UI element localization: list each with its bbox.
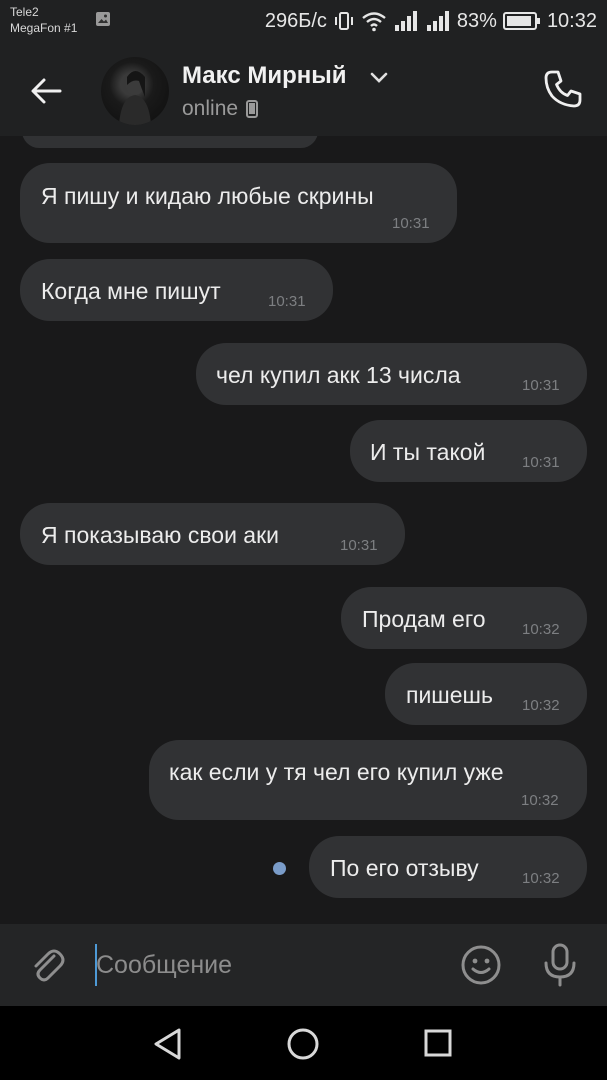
message-bubble-incoming[interactable]: Когда мне пишут 10:31 (20, 259, 333, 321)
paperclip-icon[interactable] (26, 944, 68, 986)
message-text: Когда мне пишут (41, 278, 221, 304)
message-input[interactable] (96, 944, 436, 986)
emoji-icon[interactable] (460, 944, 502, 986)
battery-percent: 83% (456, 9, 497, 32)
message-bubble-outgoing[interactable]: пишешь 10:32 (385, 663, 587, 725)
nav-recent-icon[interactable] (423, 1028, 453, 1058)
contact-name[interactable]: Макс Мирный (182, 62, 347, 90)
message-time: 10:32 (521, 792, 559, 809)
status-indicators: 296Б/с 83% 10:32 (265, 8, 597, 34)
message-time: 10:31 (268, 293, 306, 310)
message-text: Я пишу и кидаю любые скрины (41, 183, 374, 209)
message-text: чел купил акк 13 числа (216, 362, 461, 388)
status-text: online (182, 97, 239, 120)
nav-home-icon[interactable] (285, 1026, 321, 1062)
message-text: как если у тя чел его купил уже (169, 759, 504, 785)
message-time: 10:31 (340, 537, 378, 554)
message-list[interactable]: Я пишу и кидаю любые скрины 10:31 Когда … (0, 136, 607, 924)
message-bubble-outgoing[interactable]: Продам его 10:32 (341, 587, 587, 649)
phone-icon[interactable] (540, 66, 586, 112)
battery-icon (502, 12, 540, 30)
gallery-notification-icon (96, 12, 110, 26)
carrier-2: MegaFon #1 (10, 21, 78, 35)
message-bubble-incoming[interactable]: Я пишу и кидаю любые скрины 10:31 (20, 163, 457, 243)
mobile-device-icon (246, 100, 259, 118)
nav-back-icon[interactable] (152, 1027, 184, 1061)
avatar[interactable] (101, 57, 169, 125)
message-time: 10:31 (522, 454, 560, 471)
message-bubble-outgoing[interactable]: чел купил акк 13 числа 10:31 (196, 343, 587, 405)
message-time: 10:31 (392, 215, 430, 232)
message-bubble-outgoing[interactable]: И ты такой 10:31 (350, 420, 587, 482)
network-speed: 296Б/с (264, 9, 327, 32)
message-text: пишешь (406, 682, 493, 708)
clock: 10:32 (546, 9, 597, 32)
message-composer (0, 924, 607, 1006)
back-arrow-icon[interactable] (24, 68, 70, 114)
signal-icon-1 (394, 11, 417, 31)
message-text: И ты такой (370, 439, 486, 465)
status-bar: Tele2 MegaFon #1 296Б/с 83% 10:32 (0, 0, 607, 44)
message-text: Я показываю свои аки (41, 522, 280, 548)
contact-status: online (182, 97, 259, 121)
carrier-labels: Tele2 MegaFon #1 (10, 4, 77, 36)
carrier-1: Tele2 (10, 5, 39, 19)
message-bubble-outgoing[interactable]: как если у тя чел его купил уже 10:32 (149, 740, 587, 820)
wifi-icon (362, 12, 386, 32)
message-time: 10:31 (522, 377, 560, 394)
message-bubble-incoming[interactable]: Я показываю свои аки 10:31 (20, 503, 405, 565)
message-bubble-partial[interactable] (22, 136, 318, 148)
message-text: Продам его (362, 606, 486, 632)
system-nav-bar (0, 1006, 607, 1080)
message-bubble-outgoing[interactable]: По его отзыву 10:32 (309, 836, 587, 898)
message-time: 10:32 (522, 697, 560, 714)
unread-indicator (273, 862, 286, 875)
message-text: По его отзыву (330, 855, 479, 881)
signal-icon-2 (426, 11, 449, 31)
chevron-down-icon[interactable] (370, 72, 388, 84)
microphone-icon[interactable] (540, 942, 580, 988)
avatar-portrait (119, 71, 151, 125)
message-time: 10:32 (522, 870, 560, 887)
vibrate-icon (334, 12, 353, 30)
message-time: 10:32 (522, 621, 560, 638)
chat-header: Макс Мирный online (0, 44, 607, 136)
